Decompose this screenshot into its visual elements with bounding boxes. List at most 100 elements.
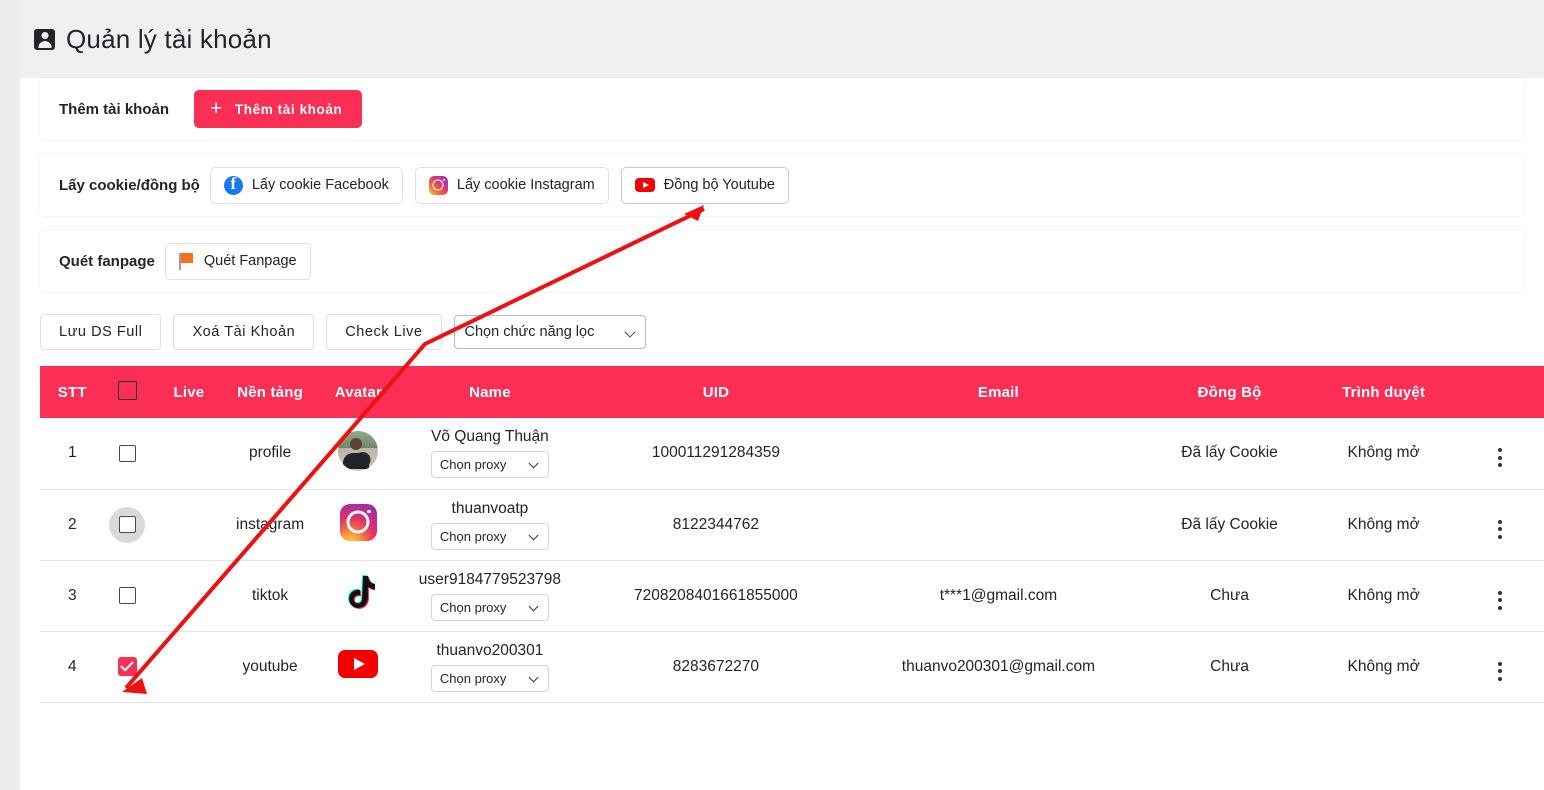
- cell-sync-status: Đã lấy Cookie: [1147, 418, 1312, 490]
- cell-uid: 100011291284359: [582, 418, 850, 490]
- check-live-button[interactable]: Check Live: [326, 314, 442, 350]
- cell-browser-status: Không mở: [1311, 560, 1456, 632]
- flag-icon: [178, 252, 195, 270]
- table-row: 1 profile Võ Quang Thuận Chọn proxy 1000…: [40, 418, 1544, 490]
- cell-name: Võ Quang Thuận Chọn proxy: [397, 418, 583, 490]
- cell-email: [849, 418, 1148, 490]
- cell-avatar: [319, 489, 398, 561]
- cell-actions: [1455, 489, 1544, 561]
- page-title: Quản lý tài khoản: [66, 23, 272, 54]
- cell-name: thuanvo200301 Chọn proxy: [397, 631, 583, 703]
- kebab-menu-icon[interactable]: [1497, 519, 1502, 539]
- row-select-checkbox[interactable]: [118, 444, 136, 462]
- add-account-button[interactable]: + Thêm tài khoản: [194, 90, 363, 128]
- cell-live: [157, 560, 221, 632]
- row-select-checkbox[interactable]: [118, 516, 136, 533]
- row-select-checkbox-hover[interactable]: [109, 506, 146, 543]
- table-row: 2 instagram thuanvoatp Chọn proxy 812234…: [40, 489, 1544, 561]
- account-name: thuanvoatp: [451, 499, 529, 517]
- instagram-icon: [428, 175, 448, 195]
- filter-function-select[interactable]: Chọn chức năng lọc: [453, 315, 646, 349]
- table-toolbar: Lưu DS Full Xoá Tài Khoản Check Live Chọ…: [40, 314, 1544, 350]
- row-select-checkbox-checked[interactable]: [117, 657, 137, 676]
- proxy-select-wrapper: Chọn proxy: [430, 451, 549, 479]
- scan-fanpage-button[interactable]: Quét Fanpage: [164, 242, 311, 280]
- facebook-icon: [223, 174, 243, 195]
- cell-name: user9184779523798 Chọn proxy: [397, 560, 583, 632]
- cell-email: thuanvo200301@gmail.com: [849, 631, 1148, 703]
- get-cookie-instagram-button[interactable]: Lấy cookie Instagram: [414, 166, 609, 204]
- cell-select: [97, 560, 158, 632]
- get-cookie-facebook-button[interactable]: Lấy cookie Facebook: [209, 166, 403, 204]
- cell-actions: [1455, 418, 1544, 490]
- column-header-stt: STT: [40, 366, 98, 418]
- column-header-browser: Trình duyệt: [1311, 366, 1456, 418]
- column-header-email: Email: [849, 366, 1148, 418]
- cell-sync-status: Chưa: [1147, 631, 1312, 703]
- youtube-icon: [634, 178, 655, 192]
- cell-browser-status: Không mở: [1311, 418, 1456, 490]
- cell-stt: 1: [40, 418, 98, 490]
- proxy-select[interactable]: Chọn proxy: [430, 593, 549, 621]
- column-header-platform: Nền tảng: [220, 366, 320, 418]
- page-header: Quản lý tài khoản: [20, 0, 1544, 78]
- column-header-sync: Đồng Bộ: [1147, 366, 1312, 418]
- get-cookie-instagram-label: Lấy cookie Instagram: [456, 177, 595, 193]
- cell-platform: tiktok: [220, 560, 320, 632]
- cell-platform: youtube: [220, 631, 320, 703]
- cell-actions: [1455, 631, 1544, 703]
- accounts-table-head: STT Live Nền tảng Avatar Name UID Email …: [40, 366, 1544, 418]
- cell-stt: 2: [40, 489, 98, 561]
- cell-stt: 3: [40, 560, 98, 632]
- cell-live: [157, 418, 221, 490]
- sync-youtube-label: Đồng bộ Youtube: [663, 177, 775, 193]
- cell-select: [97, 631, 158, 703]
- proxy-select[interactable]: Chọn proxy: [430, 522, 549, 550]
- cell-browser-status: Không mở: [1311, 489, 1456, 561]
- proxy-select[interactable]: Chọn proxy: [430, 451, 549, 479]
- proxy-select[interactable]: Chọn proxy: [430, 664, 549, 692]
- column-header-name: Name: [397, 366, 583, 418]
- row-select-checkbox[interactable]: [118, 586, 136, 604]
- kebab-menu-icon[interactable]: [1497, 661, 1502, 681]
- accounts-table-body: 1 profile Võ Quang Thuận Chọn proxy 1000…: [40, 418, 1544, 703]
- cell-select: [97, 418, 158, 490]
- save-full-list-button[interactable]: Lưu DS Full: [40, 314, 162, 350]
- cell-live: [157, 489, 221, 561]
- delete-account-button[interactable]: Xoá Tài Khoản: [173, 314, 315, 350]
- scan-fanpage-panel: Quét fanpage Quét Fanpage: [40, 230, 1524, 292]
- account-name: user9184779523798: [418, 570, 562, 588]
- cell-name: thuanvoatp Chọn proxy: [397, 489, 583, 561]
- select-all-checkbox[interactable]: [117, 380, 137, 400]
- column-header-uid: UID: [582, 366, 850, 418]
- table-row: 4 youtube thuanvo200301 Chọn proxy 82836…: [40, 631, 1544, 703]
- cell-browser-status: Không mở: [1311, 631, 1456, 703]
- cell-uid: 8283672270: [582, 631, 850, 703]
- sync-youtube-button[interactable]: Đồng bộ Youtube: [620, 166, 789, 204]
- cell-avatar: [319, 418, 398, 490]
- scan-fanpage-button-group: Quét Fanpage: [164, 242, 311, 280]
- kebab-menu-icon[interactable]: [1497, 448, 1502, 468]
- cookie-sync-panel: Lấy cookie/đồng bộ Lấy cookie Facebook L…: [40, 154, 1524, 216]
- cell-uid: 7208208401661855000: [582, 560, 850, 632]
- add-account-button-label: Thêm tài khoản: [234, 101, 343, 117]
- accounts-table-header-row: STT Live Nền tảng Avatar Name UID Email …: [40, 366, 1544, 418]
- proxy-select-wrapper: Chọn proxy: [430, 593, 549, 621]
- youtube-icon: [338, 650, 379, 678]
- scan-fanpage-label: Quét fanpage: [59, 252, 155, 270]
- cookie-sync-button-group: Lấy cookie Facebook Lấy cookie Instagram…: [209, 166, 789, 204]
- cell-email: [849, 489, 1148, 561]
- cell-avatar: [319, 631, 398, 703]
- cell-actions: [1455, 560, 1544, 632]
- user-card-icon: [34, 28, 55, 50]
- instagram-icon: [339, 503, 377, 541]
- column-header-avatar: Avatar: [319, 366, 398, 418]
- filter-function-select-wrapper: Chọn chức năng lọc: [453, 315, 646, 349]
- cell-sync-status: Đã lấy Cookie: [1147, 489, 1312, 561]
- cell-platform: profile: [220, 418, 320, 490]
- kebab-menu-icon[interactable]: [1497, 590, 1502, 610]
- add-account-label: Thêm tài khoản: [59, 100, 170, 118]
- account-name: thuanvo200301: [436, 641, 544, 659]
- accounts-table: STT Live Nền tảng Avatar Name UID Email …: [40, 366, 1544, 703]
- cell-platform: instagram: [220, 489, 320, 561]
